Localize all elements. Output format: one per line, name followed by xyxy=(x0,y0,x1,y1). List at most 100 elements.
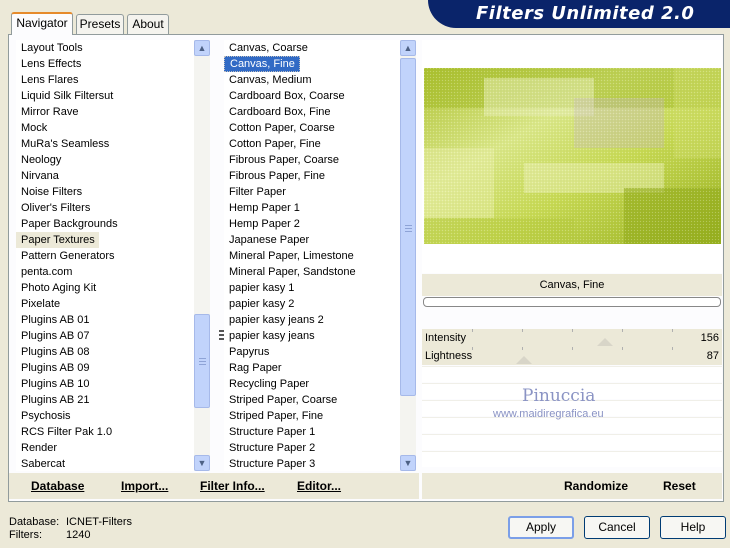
filter-item[interactable]: Cotton Paper, Fine xyxy=(224,136,400,152)
category-item[interactable]: Plugins AB 10 xyxy=(16,376,194,392)
filters-count: 1240 xyxy=(66,529,91,541)
category-item[interactable]: MuRa's Seamless xyxy=(16,136,194,152)
database-value: ICNET-Filters xyxy=(66,516,132,528)
filter-item[interactable]: Cotton Paper, Coarse xyxy=(224,120,400,136)
filter-item[interactable]: Structure Paper 1 xyxy=(224,424,400,440)
filter-item[interactable]: papier kasy jeans xyxy=(224,328,400,344)
category-item[interactable]: RCS Filter Pak 1.0 xyxy=(16,424,194,440)
filter-item[interactable]: Cardboard Box, Fine xyxy=(224,104,400,120)
scroll-up-icon[interactable]: ▲ xyxy=(400,40,416,56)
slider-tick xyxy=(672,347,673,350)
category-item[interactable]: penta.com xyxy=(16,264,194,280)
import-button[interactable]: Import... xyxy=(121,479,168,493)
slider-tick xyxy=(472,347,473,350)
filter-scrollbar[interactable]: ▲ ▼ xyxy=(400,40,416,471)
tab-navigator[interactable]: Navigator xyxy=(11,12,73,35)
category-item[interactable]: Noise Filters xyxy=(16,184,194,200)
filter-item[interactable]: Structure Paper 3 xyxy=(224,456,400,471)
filter-item[interactable]: papier kasy jeans 2 xyxy=(224,312,400,328)
filters-label: Filters: xyxy=(9,529,42,541)
filter-item[interactable]: Fibrous Paper, Fine xyxy=(224,168,400,184)
filter-item[interactable]: Mineral Paper, Sandstone xyxy=(224,264,400,280)
category-item[interactable]: Plugins AB 08 xyxy=(16,344,194,360)
category-item[interactable]: Render xyxy=(16,440,194,456)
intensity-slider[interactable]: Intensity 156 xyxy=(422,329,722,347)
scroll-down-icon[interactable]: ▼ xyxy=(194,455,210,471)
slider-tick xyxy=(572,329,573,332)
slider-label: Lightness xyxy=(425,350,473,362)
category-item[interactable]: Photo Aging Kit xyxy=(16,280,194,296)
lightness-slider[interactable]: Lightness 87 xyxy=(422,347,722,365)
app-title: Filters Unlimited 2.0 xyxy=(476,3,695,24)
watermark-name: Pinuccia xyxy=(522,386,596,406)
category-list[interactable]: Layout Tools Lens Effects Lens Flares Liqui… xyxy=(16,40,194,471)
cancel-button[interactable]: Cancel xyxy=(584,516,650,539)
filter-name-label: Canvas, Fine xyxy=(422,274,722,296)
scroll-thumb[interactable] xyxy=(194,314,210,408)
filter-item[interactable]: Fibrous Paper, Coarse xyxy=(224,152,400,168)
filter-info-button[interactable]: Filter Info... xyxy=(200,479,265,493)
category-item[interactable]: Plugins AB 09 xyxy=(16,360,194,376)
category-item[interactable]: Liquid Silk Filtersut xyxy=(16,88,194,104)
category-item[interactable]: Mirror Rave xyxy=(16,104,194,120)
category-item[interactable]: Lens Effects xyxy=(16,56,194,72)
filter-item[interactable]: Hemp Paper 2 xyxy=(224,216,400,232)
scroll-thumb[interactable] xyxy=(400,58,416,396)
scroll-down-icon[interactable]: ▼ xyxy=(400,455,416,471)
filter-list[interactable]: Canvas, Coarse Canvas, Fine Canvas, Medium… xyxy=(224,40,400,471)
filter-item[interactable]: Papyrus xyxy=(224,344,400,360)
database-button[interactable]: Database xyxy=(31,479,84,493)
reset-button[interactable]: Reset xyxy=(663,479,696,493)
filter-item[interactable]: Recycling Paper xyxy=(224,376,400,392)
tab-about[interactable]: About xyxy=(127,14,169,34)
randomize-button[interactable]: Randomize xyxy=(564,479,628,493)
slider-tick xyxy=(572,347,573,350)
apply-button[interactable]: Apply xyxy=(508,516,574,539)
filter-item[interactable]: Hemp Paper 1 xyxy=(224,200,400,216)
category-item[interactable]: Lens Flares xyxy=(16,72,194,88)
category-item[interactable]: Plugins AB 07 xyxy=(16,328,194,344)
category-item[interactable]: Nirvana xyxy=(16,168,194,184)
category-item[interactable]: Mock xyxy=(16,120,194,136)
category-item[interactable]: Paper Textures xyxy=(16,232,99,248)
filter-item[interactable]: Canvas, Medium xyxy=(224,72,400,88)
filters-status: Filters: 1240 xyxy=(9,529,90,541)
slider-thumb[interactable] xyxy=(597,338,613,346)
progress-bar xyxy=(423,297,721,307)
filter-item[interactable]: Canvas, Fine xyxy=(224,56,300,72)
scroll-up-icon[interactable]: ▲ xyxy=(194,40,210,56)
splitter-grip[interactable] xyxy=(219,330,224,342)
empty-parameter-row xyxy=(422,366,722,382)
filter-item[interactable]: Filter Paper xyxy=(224,184,400,200)
category-item[interactable]: Paper Backgrounds xyxy=(16,216,194,232)
category-scrollbar[interactable]: ▲ ▼ xyxy=(194,40,210,471)
filter-item[interactable]: Striped Paper, Coarse xyxy=(224,392,400,408)
category-item[interactable]: Plugins AB 21 xyxy=(16,392,194,408)
editor-button[interactable]: Editor... xyxy=(297,479,341,493)
help-button[interactable]: Help xyxy=(660,516,726,539)
filter-item[interactable]: Mineral Paper, Limestone xyxy=(224,248,400,264)
category-item[interactable]: Pattern Generators xyxy=(16,248,194,264)
category-item[interactable]: Oliver's Filters xyxy=(16,200,194,216)
slider-tick xyxy=(672,329,673,332)
slider-tick xyxy=(522,329,523,332)
filter-item[interactable]: Structure Paper 2 xyxy=(224,440,400,456)
tab-presets[interactable]: Presets xyxy=(76,14,124,34)
filter-item[interactable]: Japanese Paper xyxy=(224,232,400,248)
category-item[interactable]: Plugins AB 01 xyxy=(16,312,194,328)
category-item[interactable]: Layout Tools xyxy=(16,40,194,56)
filter-item[interactable]: papier kasy 1 xyxy=(224,280,400,296)
category-item[interactable]: Neology xyxy=(16,152,194,168)
filter-item[interactable]: Cardboard Box, Coarse xyxy=(224,88,400,104)
slider-thumb[interactable] xyxy=(516,356,532,364)
slider-tick xyxy=(522,347,523,350)
category-item[interactable]: Sabercat xyxy=(16,456,194,471)
filter-item[interactable]: Rag Paper xyxy=(224,360,400,376)
slider-tick xyxy=(472,329,473,332)
category-item[interactable]: Pixelate xyxy=(16,296,194,312)
filter-item[interactable]: Striped Paper, Fine xyxy=(224,408,400,424)
preview-image[interactable] xyxy=(424,68,721,244)
category-item[interactable]: Psychosis xyxy=(16,408,194,424)
filter-item[interactable]: papier kasy 2 xyxy=(224,296,400,312)
filter-item[interactable]: Canvas, Coarse xyxy=(224,40,400,56)
